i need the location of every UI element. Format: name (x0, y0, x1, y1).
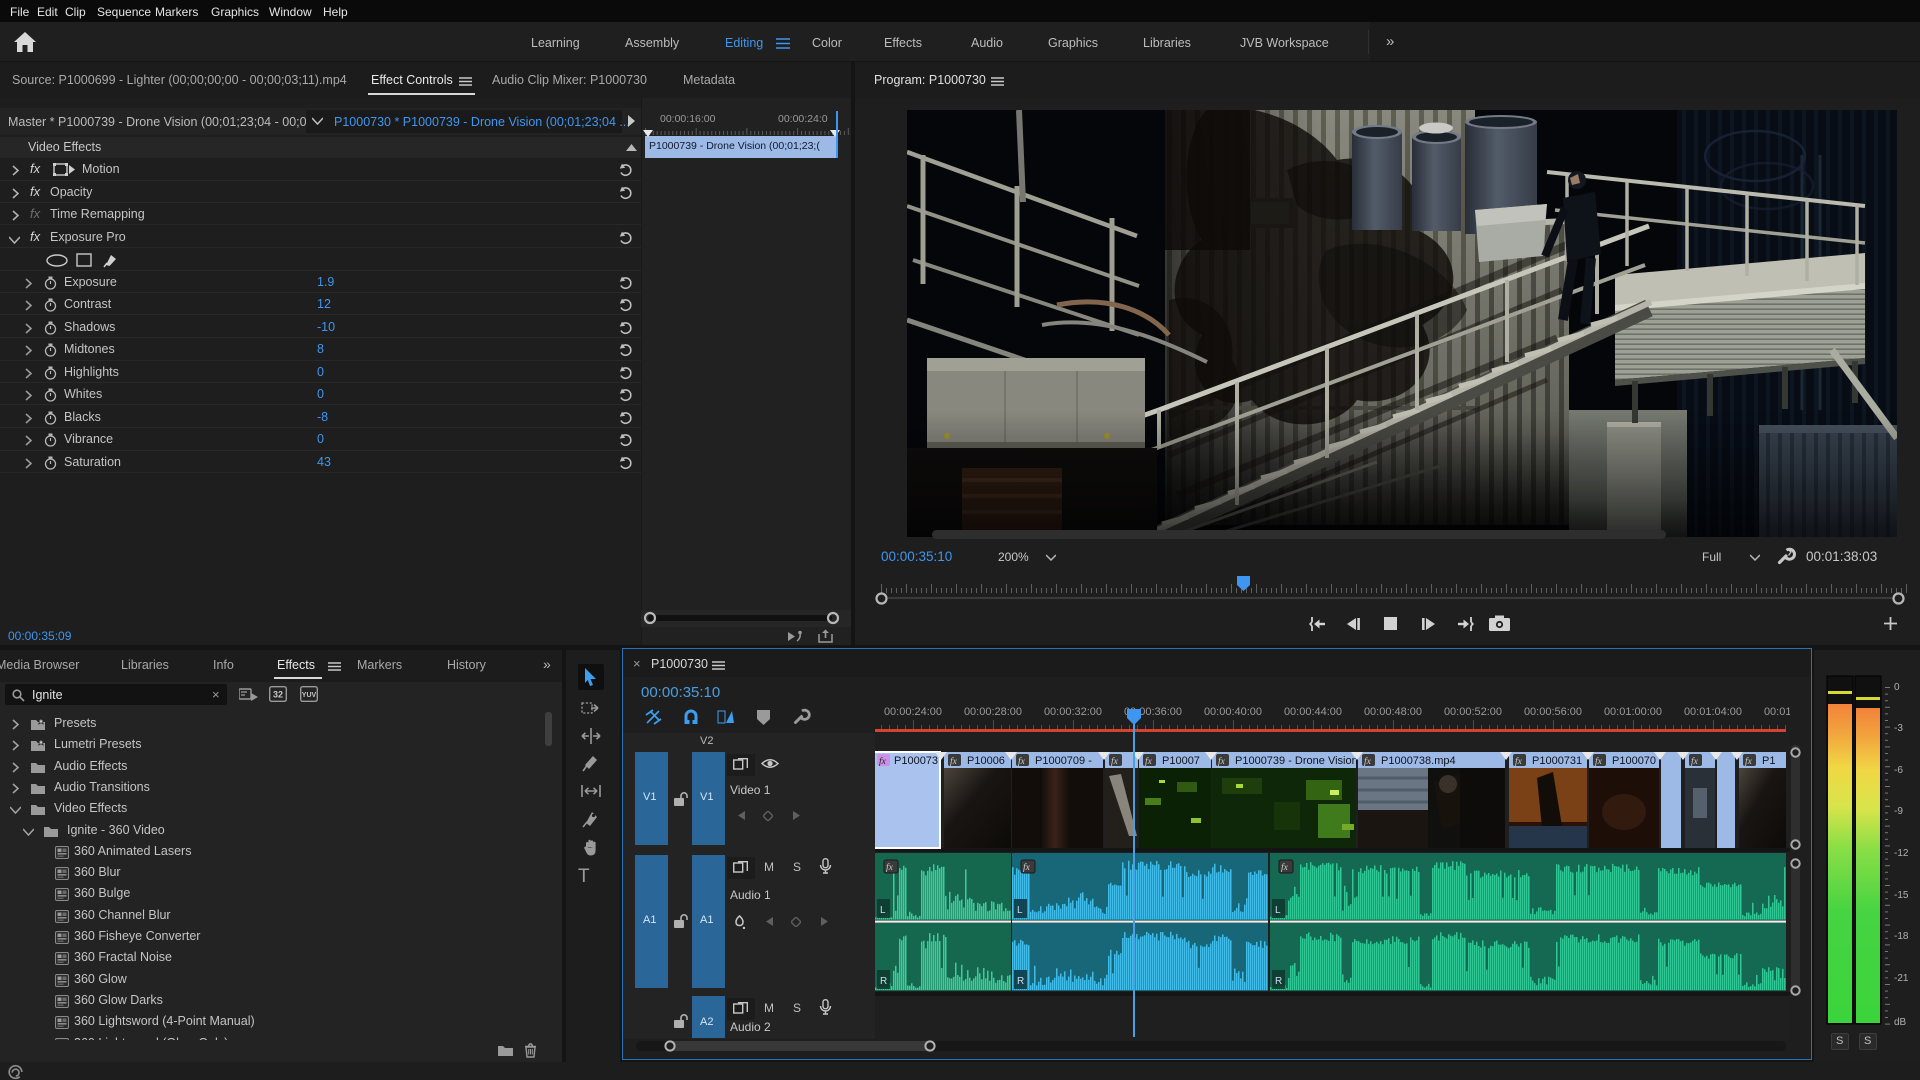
svg-text:00:00:52:00: 00:00:52:00 (1444, 706, 1502, 718)
svg-text:YUV: YUV (302, 692, 317, 699)
svg-text:00:00:44:00: 00:00:44:00 (1284, 706, 1342, 718)
svg-text:32: 32 (273, 690, 283, 700)
svg-text:R: R (1017, 976, 1024, 987)
svg-text:R: R (880, 976, 887, 987)
svg-text:-18: -18 (1894, 931, 1909, 942)
svg-text:00:00:24:00: 00:00:24:00 (884, 706, 942, 718)
svg-text:00:00:40:00: 00:00:40:00 (1204, 706, 1262, 718)
svg-text:L: L (1017, 905, 1023, 916)
svg-text:fx: fx (886, 862, 894, 873)
svg-text:P1000739 - Drone Vision (: P1000739 - Drone Vision ( (1235, 755, 1365, 767)
svg-text:fx: fx (1281, 862, 1289, 873)
svg-text:fx: fx (1111, 756, 1119, 767)
svg-text:P1000738.mp4: P1000738.mp4 (1381, 755, 1456, 767)
svg-text:-15: -15 (1894, 890, 1909, 901)
svg-text:fx: fx (1595, 756, 1603, 767)
svg-text:fx: fx (1745, 756, 1753, 767)
svg-text:L: L (880, 905, 886, 916)
svg-text:-21: -21 (1894, 973, 1909, 984)
svg-text:P100070: P100070 (1612, 755, 1656, 767)
svg-text:fx: fx (950, 756, 958, 767)
svg-text:fx: fx (1023, 862, 1031, 873)
svg-text:dB: dB (1894, 1017, 1907, 1028)
svg-text:P1: P1 (1762, 755, 1775, 767)
svg-text:-3: -3 (1894, 723, 1903, 734)
svg-text:00:00:48:00: 00:00:48:00 (1364, 706, 1422, 718)
svg-text:fx: fx (1364, 756, 1372, 767)
svg-text:00:00:32:00: 00:00:32:00 (1044, 706, 1102, 718)
svg-text:fx: fx (1218, 756, 1226, 767)
svg-text:fx: fx (1145, 756, 1153, 767)
svg-text:-6: -6 (1894, 765, 1903, 776)
svg-text:fx: fx (1018, 756, 1026, 767)
svg-text:R: R (1275, 976, 1282, 987)
svg-text:00:01:00:00: 00:01:00:00 (1604, 706, 1662, 718)
svg-text:P100073: P100073 (894, 755, 938, 767)
svg-text:fx: fx (1515, 756, 1523, 767)
svg-text:P10007: P10007 (1162, 755, 1200, 767)
svg-text:00:00:28:00: 00:00:28:00 (964, 706, 1022, 718)
svg-text:fx: fx (1691, 756, 1699, 767)
svg-text:-12: -12 (1894, 848, 1909, 859)
svg-text:P1000731: P1000731 (1532, 755, 1582, 767)
svg-text:00:01:08:00: 00:01:08:00 (1764, 706, 1790, 718)
svg-text:P10006: P10006 (967, 755, 1005, 767)
svg-text:fx: fx (879, 756, 887, 767)
svg-text:00:01:04:00: 00:01:04:00 (1684, 706, 1742, 718)
svg-text:0: 0 (1894, 682, 1900, 693)
svg-text:L: L (1275, 905, 1281, 916)
svg-text:00:00:56:00: 00:00:56:00 (1524, 706, 1582, 718)
svg-text:-9: -9 (1894, 806, 1903, 817)
svg-text:P1000709 -: P1000709 - (1035, 755, 1092, 767)
